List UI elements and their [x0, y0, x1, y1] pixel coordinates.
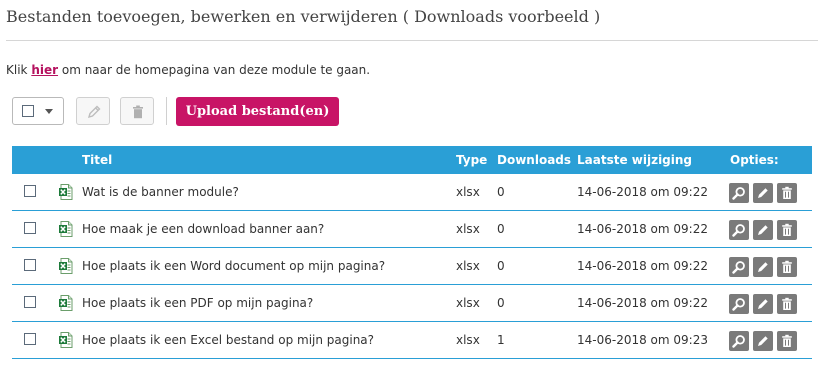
intro-prefix: Klik	[6, 63, 32, 77]
trash-icon	[782, 297, 792, 310]
delete-button[interactable]	[777, 294, 797, 314]
delete-button[interactable]	[777, 220, 797, 240]
pencil-icon	[758, 188, 768, 198]
intro-text: Klik hier om naar de homepagina van deze…	[6, 63, 370, 77]
last-modified: 14-06-2018 om 09:22	[577, 185, 708, 199]
column-header-type[interactable]: Type	[456, 153, 487, 167]
upload-files-button[interactable]: Upload bestand(en)	[176, 97, 339, 126]
download-count: 0	[497, 259, 505, 273]
file-title: Hoe plaats ik een PDF op mijn pagina?	[82, 296, 314, 310]
file-type: xlsx	[456, 185, 480, 199]
table-row: Wat is de banner module? xlsx 0 14-06-20…	[12, 174, 812, 211]
delete-selected-button[interactable]	[120, 97, 154, 125]
pencil-icon	[758, 225, 768, 235]
magnifier-icon	[732, 261, 745, 274]
last-modified: 14-06-2018 om 09:23	[577, 333, 708, 347]
edit-selected-button[interactable]	[76, 97, 110, 125]
excel-file-icon	[59, 295, 73, 311]
table-row: Hoe maak je een download banner aan? xls…	[12, 211, 812, 248]
view-button[interactable]	[729, 183, 749, 203]
trash-icon	[782, 186, 792, 199]
last-modified: 14-06-2018 om 09:22	[577, 296, 708, 310]
file-title: Hoe maak je een download banner aan?	[82, 222, 325, 236]
delete-button[interactable]	[777, 257, 797, 277]
column-header-downloads[interactable]: Downloads	[497, 153, 571, 167]
file-type: xlsx	[456, 222, 480, 236]
column-header-title[interactable]: Titel	[82, 153, 112, 167]
table-body: Wat is de banner module? xlsx 0 14-06-20…	[12, 174, 812, 359]
edit-button[interactable]	[753, 183, 773, 203]
page-title: Bestanden toevoegen, bewerken en verwijd…	[6, 7, 601, 26]
pencil-icon	[758, 299, 768, 309]
file-type: xlsx	[456, 296, 480, 310]
delete-button[interactable]	[777, 183, 797, 203]
magnifier-icon	[732, 298, 745, 311]
table-row: Hoe plaats ik een Excel bestand op mijn …	[12, 322, 812, 359]
table-row: Hoe plaats ik een Word document op mijn …	[12, 248, 812, 285]
view-button[interactable]	[729, 220, 749, 240]
excel-file-icon	[59, 184, 73, 200]
table-header: Titel Type Downloads Laatste wijziging O…	[12, 146, 812, 174]
download-count: 0	[497, 296, 505, 310]
last-modified: 14-06-2018 om 09:22	[577, 259, 708, 273]
trash-icon	[782, 334, 792, 347]
excel-file-icon	[59, 258, 73, 274]
pencil-icon	[758, 336, 768, 346]
edit-button[interactable]	[753, 294, 773, 314]
magnifier-icon	[732, 224, 745, 237]
file-title: Hoe plaats ik een Excel bestand op mijn …	[82, 333, 375, 347]
view-button[interactable]	[729, 257, 749, 277]
download-count: 0	[497, 222, 505, 236]
toolbar-separator	[166, 97, 167, 125]
trash-icon	[782, 260, 792, 273]
row-checkbox[interactable]	[24, 222, 36, 234]
trash-icon	[133, 105, 143, 119]
home-link[interactable]: hier	[31, 63, 58, 77]
pencil-icon	[87, 105, 101, 119]
edit-button[interactable]	[753, 220, 773, 240]
intro-suffix: om naar de homepagina van deze module te…	[58, 63, 371, 77]
trash-icon	[782, 223, 792, 236]
row-checkbox[interactable]	[24, 259, 36, 271]
table-row: Hoe plaats ik een PDF op mijn pagina? xl…	[12, 285, 812, 322]
download-count: 1	[497, 333, 505, 347]
file-title: Wat is de banner module?	[82, 185, 239, 199]
title-divider	[6, 40, 818, 41]
excel-file-icon	[59, 332, 73, 348]
column-header-options: Opties:	[730, 153, 779, 167]
excel-file-icon	[59, 221, 73, 237]
file-title: Hoe plaats ik een Word document op mijn …	[82, 259, 386, 273]
row-checkbox[interactable]	[24, 333, 36, 345]
edit-button[interactable]	[753, 331, 773, 351]
edit-button[interactable]	[753, 257, 773, 277]
files-table: Titel Type Downloads Laatste wijziging O…	[12, 146, 812, 359]
view-button[interactable]	[729, 331, 749, 351]
select-all-checkbox[interactable]	[22, 105, 34, 117]
chevron-down-icon	[45, 109, 53, 114]
file-type: xlsx	[456, 333, 480, 347]
column-header-modified[interactable]: Laatste wijziging	[577, 153, 692, 167]
view-button[interactable]	[729, 294, 749, 314]
magnifier-icon	[732, 335, 745, 348]
delete-button[interactable]	[777, 331, 797, 351]
last-modified: 14-06-2018 om 09:22	[577, 222, 708, 236]
file-type: xlsx	[456, 259, 480, 273]
row-checkbox[interactable]	[24, 296, 36, 308]
download-count: 0	[497, 185, 505, 199]
pencil-icon	[758, 262, 768, 272]
select-all-dropdown[interactable]	[12, 97, 64, 125]
row-checkbox[interactable]	[24, 185, 36, 197]
magnifier-icon	[732, 187, 745, 200]
